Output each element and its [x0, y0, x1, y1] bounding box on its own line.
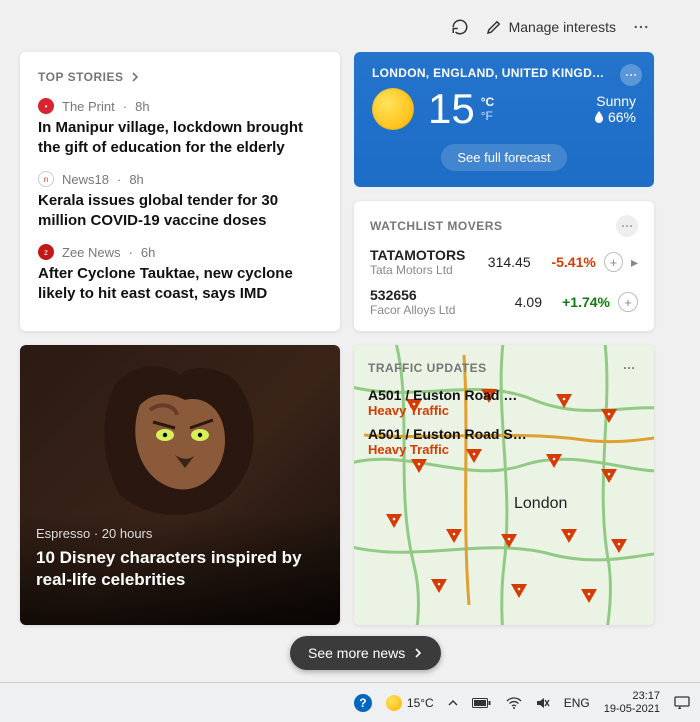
stock-change: -5.41%: [539, 254, 596, 270]
add-stock-button[interactable]: +: [604, 252, 623, 272]
taskbar-temp: 15°C: [407, 696, 434, 710]
taskbar-weather[interactable]: 15°C: [386, 695, 434, 711]
toolbar-more-button[interactable]: [632, 18, 650, 36]
lion-illustration: [95, 360, 265, 520]
see-more-news-button[interactable]: See more news: [290, 636, 441, 670]
story-headline: After Cyclone Tauktae, new cyclone likel…: [38, 264, 322, 303]
traffic-item[interactable]: A501 / Euston Road S… Heavy Traffic: [368, 426, 640, 457]
taskbar-time: 23:17: [604, 690, 660, 702]
watchlist-title: WATCHLIST MOVERS: [370, 219, 502, 233]
traffic-road: A501 / Euston Road S…: [368, 426, 640, 442]
traffic-road: A501 / Euston Road …: [368, 387, 640, 403]
taskbar: ? 15°C ENG 23:17 19-05-2021: [0, 682, 700, 722]
top-stories-header[interactable]: TOP STORIES: [38, 70, 322, 84]
stock-row[interactable]: TATAMOTORS Tata Motors Ltd 314.45 -5.41%…: [370, 247, 638, 277]
stock-name: Facor Alloys Ltd: [370, 303, 474, 317]
weather-card[interactable]: LONDON, ENGLAND, UNITED KINGD… 15 °C °F …: [354, 52, 654, 187]
stock-change: +1.74%: [550, 294, 610, 310]
widgets-toolbar: Manage interests: [20, 12, 654, 38]
weather-condition: Sunny: [594, 93, 636, 109]
weather-location: LONDON, ENGLAND, UNITED KINGD…: [372, 66, 636, 80]
story-item[interactable]: n News18 · 8h Kerala issues global tende…: [38, 171, 322, 230]
feature-headline: 10 Disney characters inspired by real-li…: [36, 547, 324, 591]
wifi-icon[interactable]: [506, 697, 522, 709]
refresh-icon: [451, 18, 469, 36]
story-source: News18: [62, 172, 109, 187]
traffic-card[interactable]: TRAFFIC UPDATES A501 / Euston Road … Hea…: [354, 345, 654, 625]
story-age: 6h: [141, 245, 155, 260]
stock-name: Tata Motors Ltd: [370, 263, 465, 277]
unit-f[interactable]: °F: [481, 109, 494, 123]
action-center-icon[interactable]: [674, 696, 690, 710]
traffic-more-button[interactable]: [618, 357, 640, 379]
more-icon: [620, 219, 634, 233]
unit-c[interactable]: °C: [481, 95, 494, 109]
taskbar-language[interactable]: ENG: [564, 696, 590, 710]
see-more-label: See more news: [308, 645, 405, 661]
stock-price: 4.09: [482, 294, 542, 310]
taskbar-clock[interactable]: 23:17 19-05-2021: [604, 690, 660, 714]
source-icon: n: [38, 171, 54, 187]
taskbar-help-icon[interactable]: ?: [354, 694, 372, 712]
chevron-right-icon: [130, 72, 140, 82]
story-item[interactable]: z Zee News · 6h After Cyclone Tauktae, n…: [38, 244, 322, 303]
weather-more-button[interactable]: [620, 64, 642, 86]
see-full-forecast-button[interactable]: See full forecast: [441, 144, 566, 171]
traffic-title: TRAFFIC UPDATES: [368, 361, 487, 375]
volume-mute-icon[interactable]: [536, 696, 550, 710]
watchlist-card: WATCHLIST MOVERS TATAMOTORS Tata Motors …: [354, 201, 654, 331]
manage-interests-button[interactable]: Manage interests: [485, 18, 616, 36]
story-headline: Kerala issues global tender for 30 milli…: [38, 191, 322, 230]
feature-story-card[interactable]: Espresso · 20 hours 10 Disney characters…: [20, 345, 340, 625]
taskbar-date: 19-05-2021: [604, 703, 660, 715]
watchlist-more-button[interactable]: [616, 215, 638, 237]
more-icon: [622, 361, 636, 375]
sun-icon: [372, 88, 414, 130]
traffic-status: Heavy Traffic: [368, 403, 640, 418]
weather-temp: 15: [428, 88, 475, 130]
weather-humidity: 66%: [608, 109, 636, 125]
more-icon: [632, 18, 650, 36]
stock-price: 314.45: [473, 254, 530, 270]
tray-chevron-up-icon[interactable]: [448, 696, 458, 710]
source-icon: •: [38, 98, 54, 114]
manage-interests-label: Manage interests: [509, 19, 616, 35]
story-age: 8h: [129, 172, 143, 187]
feature-age: 20 hours: [102, 526, 153, 541]
stock-symbol: TATAMOTORS: [370, 247, 465, 263]
source-icon: z: [38, 244, 54, 260]
story-source: Zee News: [62, 245, 121, 260]
refresh-button[interactable]: [451, 18, 469, 36]
droplet-icon: [594, 111, 604, 123]
map-city-label: London: [514, 495, 567, 513]
more-icon: [624, 68, 638, 82]
stock-row[interactable]: 532656 Facor Alloys Ltd 4.09 +1.74% +: [370, 287, 638, 317]
top-stories-title: TOP STORIES: [38, 70, 124, 84]
story-age: 8h: [135, 99, 149, 114]
top-stories-card: TOP STORIES • The Print · 8h In Manipur …: [20, 52, 340, 331]
add-stock-button[interactable]: +: [618, 292, 638, 312]
story-headline: In Manipur village, lockdown brought the…: [38, 118, 322, 157]
traffic-item[interactable]: A501 / Euston Road … Heavy Traffic: [368, 387, 640, 418]
story-source: The Print: [62, 99, 115, 114]
traffic-status: Heavy Traffic: [368, 442, 640, 457]
chevron-right-icon: [413, 648, 423, 658]
battery-icon[interactable]: [472, 697, 492, 709]
pencil-icon: [485, 18, 503, 36]
stock-next-button[interactable]: ▸: [631, 254, 638, 271]
feature-source: Espresso: [36, 526, 90, 541]
stock-symbol: 532656: [370, 287, 474, 303]
sun-icon: [386, 695, 402, 711]
story-item[interactable]: • The Print · 8h In Manipur village, loc…: [38, 98, 322, 157]
